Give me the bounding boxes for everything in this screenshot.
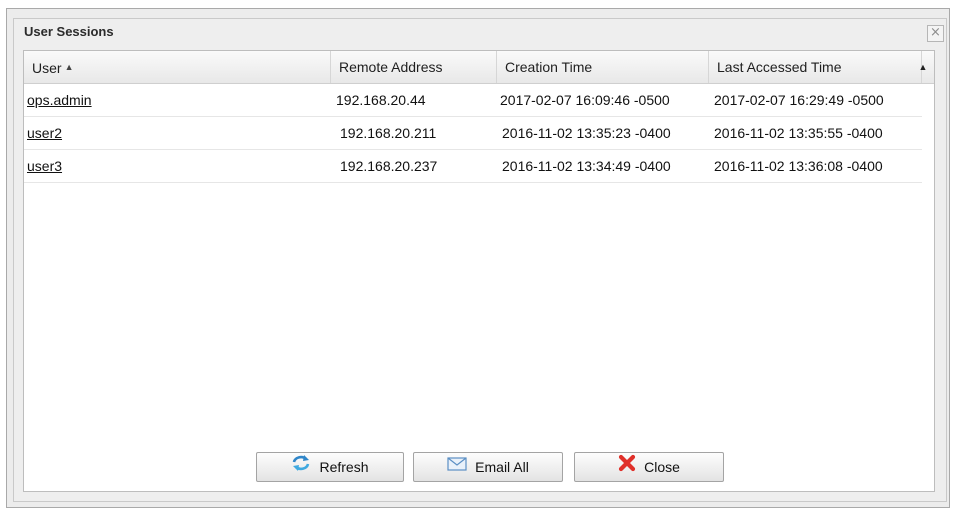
- email-all-label: Email All: [475, 459, 529, 475]
- red-x-icon: [618, 453, 636, 481]
- creation-time-cell: 2017-02-07 16:09:46 -0500: [500, 92, 670, 108]
- creation-time-cell: 2016-11-02 13:35:23 -0400: [502, 125, 671, 141]
- close-button[interactable]: Close: [574, 452, 724, 482]
- scroll-up-arrow-icon[interactable]: ▲: [912, 51, 934, 83]
- close-label: Close: [644, 459, 680, 475]
- dialog-title: User Sessions: [24, 24, 114, 39]
- button-bar: Refresh Email All Close: [24, 452, 934, 486]
- remote-address-cell: 192.168.20.237: [340, 158, 438, 174]
- email-all-button[interactable]: Email All: [413, 452, 563, 482]
- column-label-last-accessed-time: Last Accessed Time: [717, 59, 842, 75]
- close-icon[interactable]: ×: [927, 25, 944, 42]
- refresh-button[interactable]: Refresh: [256, 452, 404, 482]
- user-link[interactable]: ops.admin: [27, 84, 92, 116]
- user-link[interactable]: user3: [27, 150, 62, 182]
- column-header-user[interactable]: User ▲: [24, 51, 331, 83]
- table-row[interactable]: user2 192.168.20.211 2016-11-02 13:35:23…: [24, 117, 922, 150]
- remote-address-cell: 192.168.20.44: [336, 92, 426, 108]
- column-label-user: User: [32, 60, 62, 76]
- remote-address-cell: 192.168.20.211: [340, 125, 437, 141]
- column-header-last-accessed-time[interactable]: Last Accessed Time: [709, 51, 922, 83]
- column-label-remote-address: Remote Address: [339, 59, 443, 75]
- last-accessed-cell: 2017-02-07 16:29:49 -0500: [714, 92, 884, 108]
- table-row[interactable]: ops.admin 192.168.20.44 2017-02-07 16:09…: [24, 84, 922, 117]
- column-label-creation-time: Creation Time: [505, 59, 593, 75]
- column-header-creation-time[interactable]: Creation Time: [497, 51, 709, 83]
- refresh-icon: [291, 453, 311, 481]
- sort-ascending-icon: ▲: [64, 62, 74, 72]
- column-header-remote-address[interactable]: Remote Address: [331, 51, 497, 83]
- last-accessed-cell: 2016-11-02 13:36:08 -0400: [714, 158, 883, 174]
- envelope-icon: [447, 453, 467, 481]
- refresh-label: Refresh: [319, 459, 369, 475]
- title-bar[interactable]: User Sessions ×: [14, 19, 946, 50]
- user-link[interactable]: user2: [27, 117, 62, 149]
- last-accessed-cell: 2016-11-02 13:35:55 -0400: [714, 125, 883, 141]
- user-sessions-dialog: User Sessions × User ▲ Remote Address Cre…: [13, 18, 947, 502]
- sessions-panel: User ▲ Remote Address Creation Time Last …: [23, 50, 935, 492]
- table-row[interactable]: user3 192.168.20.237 2016-11-02 13:34:49…: [24, 150, 922, 183]
- grid-header: User ▲ Remote Address Creation Time Last …: [24, 51, 934, 84]
- creation-time-cell: 2016-11-02 13:34:49 -0400: [502, 158, 671, 174]
